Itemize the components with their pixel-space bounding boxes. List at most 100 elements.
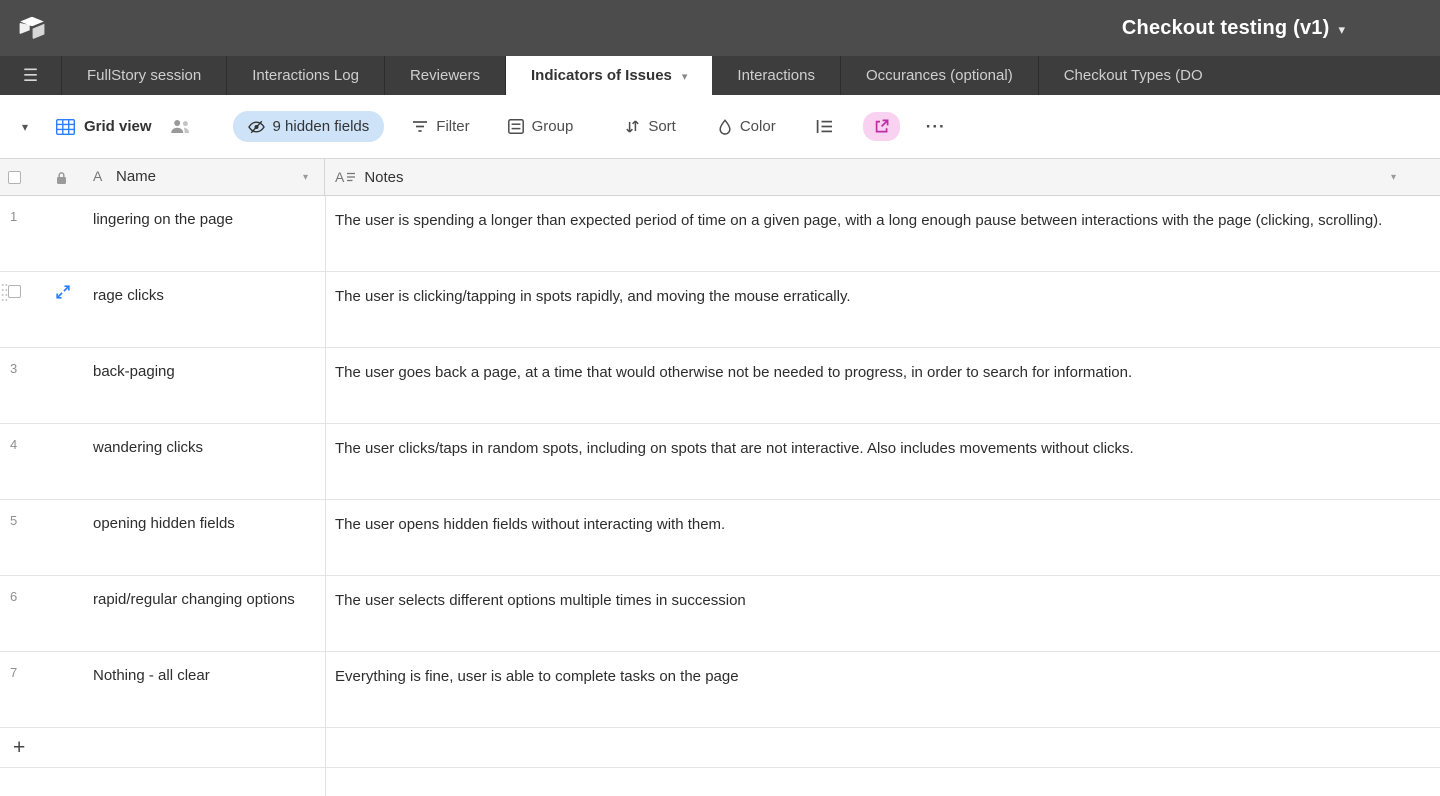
- base-title[interactable]: Checkout testing (v1) ▾: [1122, 17, 1345, 40]
- table-row[interactable]: 1 lingering on the page The user is spen…: [0, 196, 1440, 272]
- cell-notes[interactable]: The user clicks/taps in random spots, in…: [325, 424, 1440, 499]
- sort-label: Sort: [648, 118, 676, 135]
- row-number: 6: [10, 589, 18, 604]
- ellipsis-icon: ···: [925, 116, 946, 136]
- view-switcher[interactable]: Grid view: [56, 118, 152, 135]
- column-name-label: Name: [116, 168, 157, 185]
- hamburger-icon: ☰: [22, 65, 39, 85]
- grid-footer-space: [0, 768, 1440, 796]
- tab-label: Interactions Log: [252, 67, 359, 84]
- column-notes-label: Notes: [364, 168, 404, 186]
- share-view-button[interactable]: [862, 112, 900, 141]
- tab-label: Reviewers: [409, 67, 480, 84]
- chevron-down-icon: ▾: [1338, 21, 1345, 37]
- hidden-fields-label: 9 hidden fields: [272, 118, 370, 135]
- cell-notes[interactable]: The user is clicking/tapping in spots ra…: [325, 272, 1440, 347]
- cell-name[interactable]: 4 wandering clicks: [0, 424, 325, 499]
- name-cell-text: rapid/regular changing options: [93, 591, 295, 608]
- row-height-button[interactable]: [808, 113, 841, 140]
- row-number: 4: [10, 437, 18, 452]
- name-cell-text: back-paging: [93, 363, 175, 380]
- share-open-icon: [874, 119, 889, 134]
- filter-button[interactable]: Filter: [404, 112, 477, 141]
- tab-label: Occurances (optional): [865, 67, 1013, 84]
- table-row[interactable]: 6 rapid/regular changing options The use…: [0, 576, 1440, 652]
- table-tabs-bar: ☰ FullStory session Interactions Log Rev…: [0, 56, 1440, 95]
- group-button[interactable]: Group: [500, 112, 582, 141]
- sort-button[interactable]: Sort: [617, 112, 684, 141]
- tab-label: Interactions: [737, 67, 815, 84]
- cell-name[interactable]: 1 lingering on the page: [0, 196, 325, 271]
- notes-cell-text: The user selects different options multi…: [335, 592, 746, 609]
- hidden-fields-button[interactable]: 9 hidden fields: [232, 111, 385, 142]
- cell-name[interactable]: 5 opening hidden fields: [0, 500, 325, 575]
- row-height-icon: [816, 119, 833, 134]
- sort-arrows-icon: [625, 119, 640, 134]
- tab-label: FullStory session: [87, 67, 202, 84]
- notes-cell-text: The user is clicking/tapping in spots ra…: [335, 288, 851, 305]
- long-text-icon: A: [335, 169, 356, 185]
- single-line-text-icon: A: [93, 168, 103, 184]
- row-number: 7: [10, 665, 18, 680]
- row-number: 1: [10, 209, 18, 224]
- name-cell-text: lingering on the page: [93, 211, 234, 228]
- cell-name[interactable]: 7 Nothing - all clear: [0, 652, 325, 727]
- column-header-name[interactable]: A Name ▾: [0, 159, 325, 195]
- grid-body: 1 lingering on the page The user is spen…: [0, 196, 1440, 796]
- notes-cell-text: The user clicks/taps in random spots, in…: [335, 440, 1134, 457]
- tables-menu-button[interactable]: ☰: [0, 56, 62, 95]
- collaborators-icon[interactable]: [170, 119, 191, 134]
- eye-slash-icon: [247, 120, 265, 134]
- view-sidebar-toggle[interactable]: ▾: [22, 120, 40, 134]
- name-cell-text: opening hidden fields: [93, 515, 235, 532]
- tab-fullstory-session[interactable]: FullStory session: [62, 56, 228, 95]
- top-bar: Checkout testing (v1) ▾: [0, 0, 1440, 56]
- tab-interactions[interactable]: Interactions: [712, 56, 841, 95]
- notes-cell-text: Everything is fine, user is able to comp…: [335, 668, 739, 685]
- cell-notes[interactable]: Everything is fine, user is able to comp…: [325, 652, 1440, 727]
- cell-notes[interactable]: The user selects different options multi…: [325, 576, 1440, 651]
- column-header-notes[interactable]: A Notes ▾: [325, 159, 1440, 195]
- tab-interactions-log[interactable]: Interactions Log: [227, 56, 385, 95]
- tab-checkout-types[interactable]: Checkout Types (DO: [1039, 56, 1440, 95]
- table-row[interactable]: 7 Nothing - all clear Everything is fine…: [0, 652, 1440, 728]
- cell-notes[interactable]: The user is spending a longer than expec…: [325, 196, 1440, 271]
- color-drop-icon: [718, 118, 732, 135]
- color-label: Color: [739, 118, 776, 135]
- notes-cell-text: The user opens hidden fields without int…: [335, 516, 726, 533]
- airtable-logo-icon[interactable]: [18, 15, 48, 41]
- filter-funnel-icon: [412, 120, 428, 133]
- base-title-text: Checkout testing (v1): [1121, 16, 1330, 39]
- tab-indicators-of-issues[interactable]: Indicators of Issues ▾: [506, 56, 713, 95]
- table-row[interactable]: 3 back-paging The user goes back a page,…: [0, 348, 1440, 424]
- plus-icon: +: [13, 736, 26, 759]
- row-checkbox[interactable]: [8, 285, 21, 298]
- table-row[interactable]: 4 wandering clicks The user clicks/taps …: [0, 424, 1440, 500]
- table-row[interactable]: rage clicks The user is clicking/tapping…: [0, 272, 1440, 348]
- tab-label: Indicators of Issues: [531, 67, 672, 84]
- notes-cell-text: The user is spending a longer than expec…: [335, 212, 1383, 229]
- expand-record-icon[interactable]: [56, 285, 70, 299]
- name-cell-text: wandering clicks: [93, 439, 204, 456]
- group-label: Group: [531, 118, 574, 135]
- chevron-down-icon[interactable]: ▾: [1391, 172, 1396, 183]
- add-record-row[interactable]: +: [0, 728, 1440, 768]
- grid-header-row: A Name ▾ A Notes ▾: [0, 158, 1440, 196]
- cell-name[interactable]: 3 back-paging: [0, 348, 325, 423]
- cell-notes[interactable]: The user goes back a page, at a time tha…: [325, 348, 1440, 423]
- tab-reviewers[interactable]: Reviewers: [385, 56, 506, 95]
- cell-name[interactable]: 6 rapid/regular changing options: [0, 576, 325, 651]
- color-button[interactable]: Color: [710, 112, 784, 141]
- chevron-down-icon[interactable]: ▾: [682, 70, 688, 83]
- select-all-checkbox[interactable]: [8, 171, 21, 184]
- cell-name[interactable]: rage clicks: [0, 272, 325, 347]
- row-number: 5: [10, 513, 18, 528]
- name-cell-text: rage clicks: [93, 287, 164, 304]
- column-divider[interactable]: [325, 196, 326, 796]
- more-options-button[interactable]: ···: [918, 111, 954, 143]
- table-row[interactable]: 5 opening hidden fields The user opens h…: [0, 500, 1440, 576]
- chevron-down-icon[interactable]: ▾: [303, 172, 308, 183]
- cell-notes[interactable]: The user opens hidden fields without int…: [325, 500, 1440, 575]
- drag-handle[interactable]: [1, 283, 8, 302]
- tab-occurances-optional[interactable]: Occurances (optional): [841, 56, 1039, 95]
